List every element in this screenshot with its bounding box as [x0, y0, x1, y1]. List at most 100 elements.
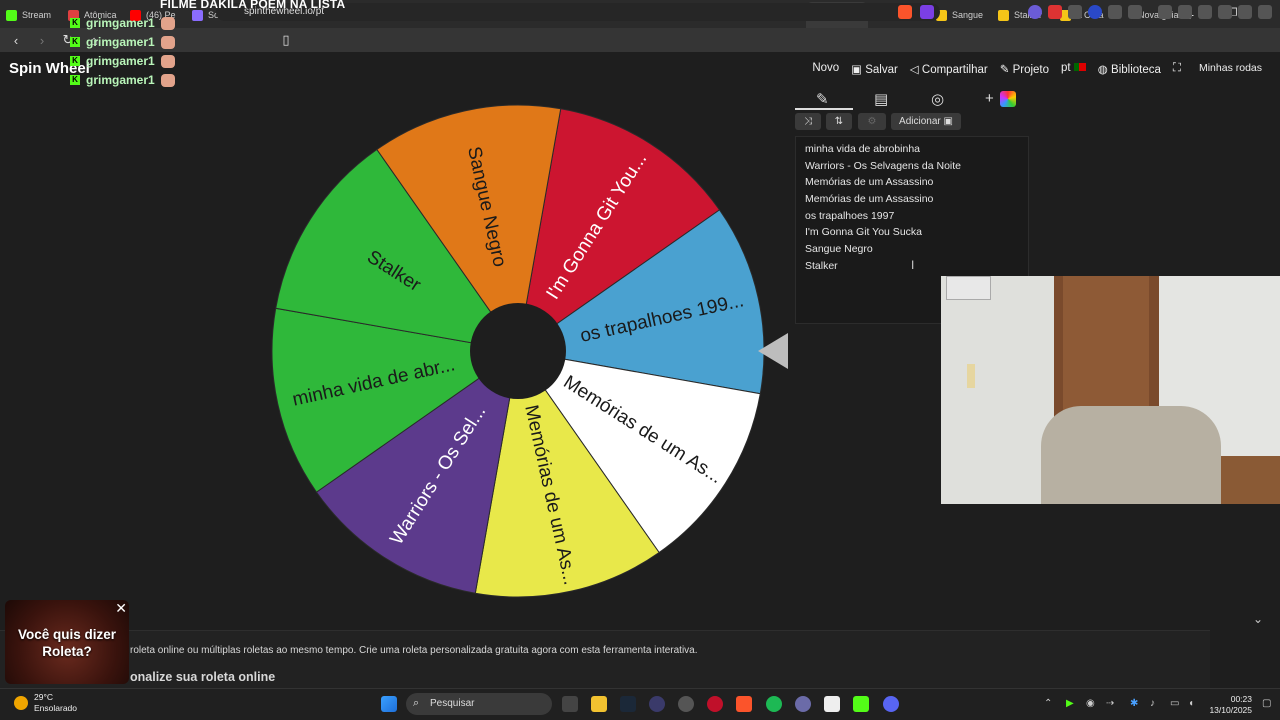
extension-icon[interactable] [1088, 5, 1102, 19]
app-icon[interactable] [795, 696, 811, 712]
kick-icon[interactable] [853, 696, 869, 712]
entry-line: Memórias de um Assassino [805, 176, 934, 189]
menu-language: pt [1061, 62, 1071, 74]
emote-icon [160, 35, 175, 49]
kick-badge-icon: K [70, 37, 80, 47]
kick-badge-icon: K [70, 18, 80, 28]
brave-shield-icon[interactable] [898, 5, 912, 19]
media-icon[interactable] [1158, 5, 1172, 19]
extension-icon[interactable] [1068, 5, 1082, 19]
back-icon[interactable]: ‹ [6, 33, 26, 48]
emote-icon [160, 16, 175, 30]
weather-widget[interactable]: 29°C Ensolarado [14, 692, 77, 714]
clipboard-icon[interactable]: ▤ [874, 90, 888, 108]
opera-icon[interactable] [707, 696, 723, 712]
volume-icon[interactable]: ◖ [1188, 698, 1194, 709]
steam-icon[interactable] [620, 696, 636, 712]
wheel-pointer [758, 333, 788, 369]
wheel-center-hub[interactable] [470, 303, 566, 399]
sidebar-icon[interactable] [1178, 5, 1192, 19]
chat-message: Kgrimgamer1 [70, 54, 175, 68]
webcam-feed [941, 276, 1280, 504]
sort-button[interactable]: ⇅ [826, 113, 852, 130]
entry-line: minha vida de abrobinha [805, 143, 920, 155]
tray-chevron-up-icon[interactable]: ⌃ [1044, 698, 1052, 709]
roulette-popup[interactable]: Você quis dizer Roleta? ✕ [5, 600, 129, 684]
menu-new[interactable]: Novo [812, 62, 839, 76]
color-palette-icon[interactable] [1000, 91, 1016, 107]
entry-line: Sangue Negro [805, 243, 873, 256]
brave-browser-icon[interactable] [736, 696, 752, 712]
fullscreen-icon[interactable]: ⛶ [1173, 62, 1181, 76]
weather-text: Ensolarado [34, 703, 78, 713]
close-popup-icon[interactable]: ✕ [115, 600, 127, 617]
language-select[interactable]: pt [1061, 62, 1086, 76]
text-cursor-icon: I [911, 258, 915, 272]
notifications-icon[interactable]: ▢ [1262, 698, 1271, 709]
bookmark-icon[interactable]: ▯ [276, 32, 296, 48]
microphone-icon[interactable]: ♪ [1150, 698, 1155, 709]
extension-icon[interactable] [1048, 5, 1062, 19]
taskbar-search-label: Pesquisar [430, 698, 475, 709]
network-icon[interactable]: ▭ [1170, 698, 1179, 709]
edit-pencil-icon[interactable]: ✎ [816, 90, 829, 108]
tray-kick-icon[interactable]: ▶ [1066, 698, 1074, 709]
menu-save: Salvar [865, 64, 898, 76]
vpn-icon[interactable] [1238, 5, 1252, 19]
taskbar-search[interactable]: Pesquisar [406, 693, 552, 715]
active-tab-indicator [795, 108, 853, 110]
entry-line: I'm Gonna Git You Sucka [805, 226, 922, 239]
screenshot-icon[interactable] [1128, 5, 1142, 19]
system-clock[interactable]: 00:23 13/10/2025 [1209, 694, 1252, 716]
extension-icon[interactable] [1028, 5, 1042, 19]
portugal-flag-icon [1073, 63, 1086, 71]
shuffle-button[interactable]: ⤨ [795, 113, 821, 130]
temperature: 29°C [34, 692, 53, 702]
chat-username: grimgamer1 [86, 54, 155, 68]
tab-favicon-icon [998, 9, 1009, 21]
menu-save-wrap[interactable]: ▣ Salvar [851, 62, 898, 76]
windows-start-icon[interactable] [381, 696, 397, 712]
menu-project: Projeto [1012, 64, 1049, 76]
tray-app-icon[interactable]: ⇢ [1106, 698, 1114, 709]
top-menu: Novo ▣ Salvar ◁ Compartilhar ✎ Projeto p… [812, 62, 1262, 76]
brave-rewards-icon[interactable] [920, 5, 934, 19]
stream-banner: FILME DAKILA POEM NA LISTA [160, 0, 346, 11]
add-image-label: Adicionar [899, 116, 941, 127]
browser-tab[interactable]: Stream [0, 2, 62, 28]
browser-tab[interactable]: Stalker [992, 2, 1054, 28]
wallet-icon[interactable] [1198, 5, 1212, 19]
menu-project-wrap[interactable]: ✎ Projeto [1000, 62, 1049, 76]
menu-my-wheels[interactable]: Minhas rodas [1199, 62, 1262, 76]
obs-icon[interactable] [678, 696, 694, 712]
share-icon: ◁ [909, 64, 922, 76]
file-explorer-icon[interactable] [591, 696, 607, 712]
ai-icon[interactable] [1218, 5, 1232, 19]
extensions-puzzle-icon[interactable] [1108, 5, 1122, 19]
settings-icon[interactable]: ⚙ [858, 113, 886, 130]
image-icon: ▣ [943, 116, 953, 127]
emote-icon [160, 54, 175, 68]
browser-tab[interactable]: A Cura [1054, 2, 1116, 28]
add-color-icon[interactable]: + [985, 90, 994, 107]
menu-icon[interactable] [1258, 5, 1272, 19]
document-icon[interactable] [824, 696, 840, 712]
chevron-down-icon[interactable]: ⌄ [1253, 612, 1263, 626]
add-image-button[interactable]: Adicionar ▣ [891, 113, 961, 130]
chat-message: Kgrimgamer1 [70, 73, 175, 87]
app-icon[interactable] [649, 696, 665, 712]
spin-wheel[interactable]: I'm Gonna Git You...os trapalhoes 199...… [270, 103, 766, 599]
search-icon: ⌕ [413, 697, 420, 709]
spotify-icon[interactable] [766, 696, 782, 712]
menu-library-wrap[interactable]: ◍ Biblioteca [1098, 62, 1161, 76]
chat-username: grimgamer1 [86, 16, 155, 30]
tray-app-icon[interactable]: ◉ [1086, 698, 1095, 709]
forward-icon[interactable]: › [32, 33, 52, 48]
menu-share-wrap[interactable]: ◁ Compartilhar [910, 62, 988, 76]
hide-eye-icon[interactable]: ◎ [931, 90, 944, 108]
clock-time: 00:23 [1230, 694, 1252, 704]
task-view-icon[interactable] [562, 696, 578, 712]
popup-text: Você quis dizer Roleta? [17, 627, 117, 659]
discord-icon[interactable] [883, 696, 899, 712]
bluetooth-icon[interactable]: ✱ [1130, 698, 1138, 709]
